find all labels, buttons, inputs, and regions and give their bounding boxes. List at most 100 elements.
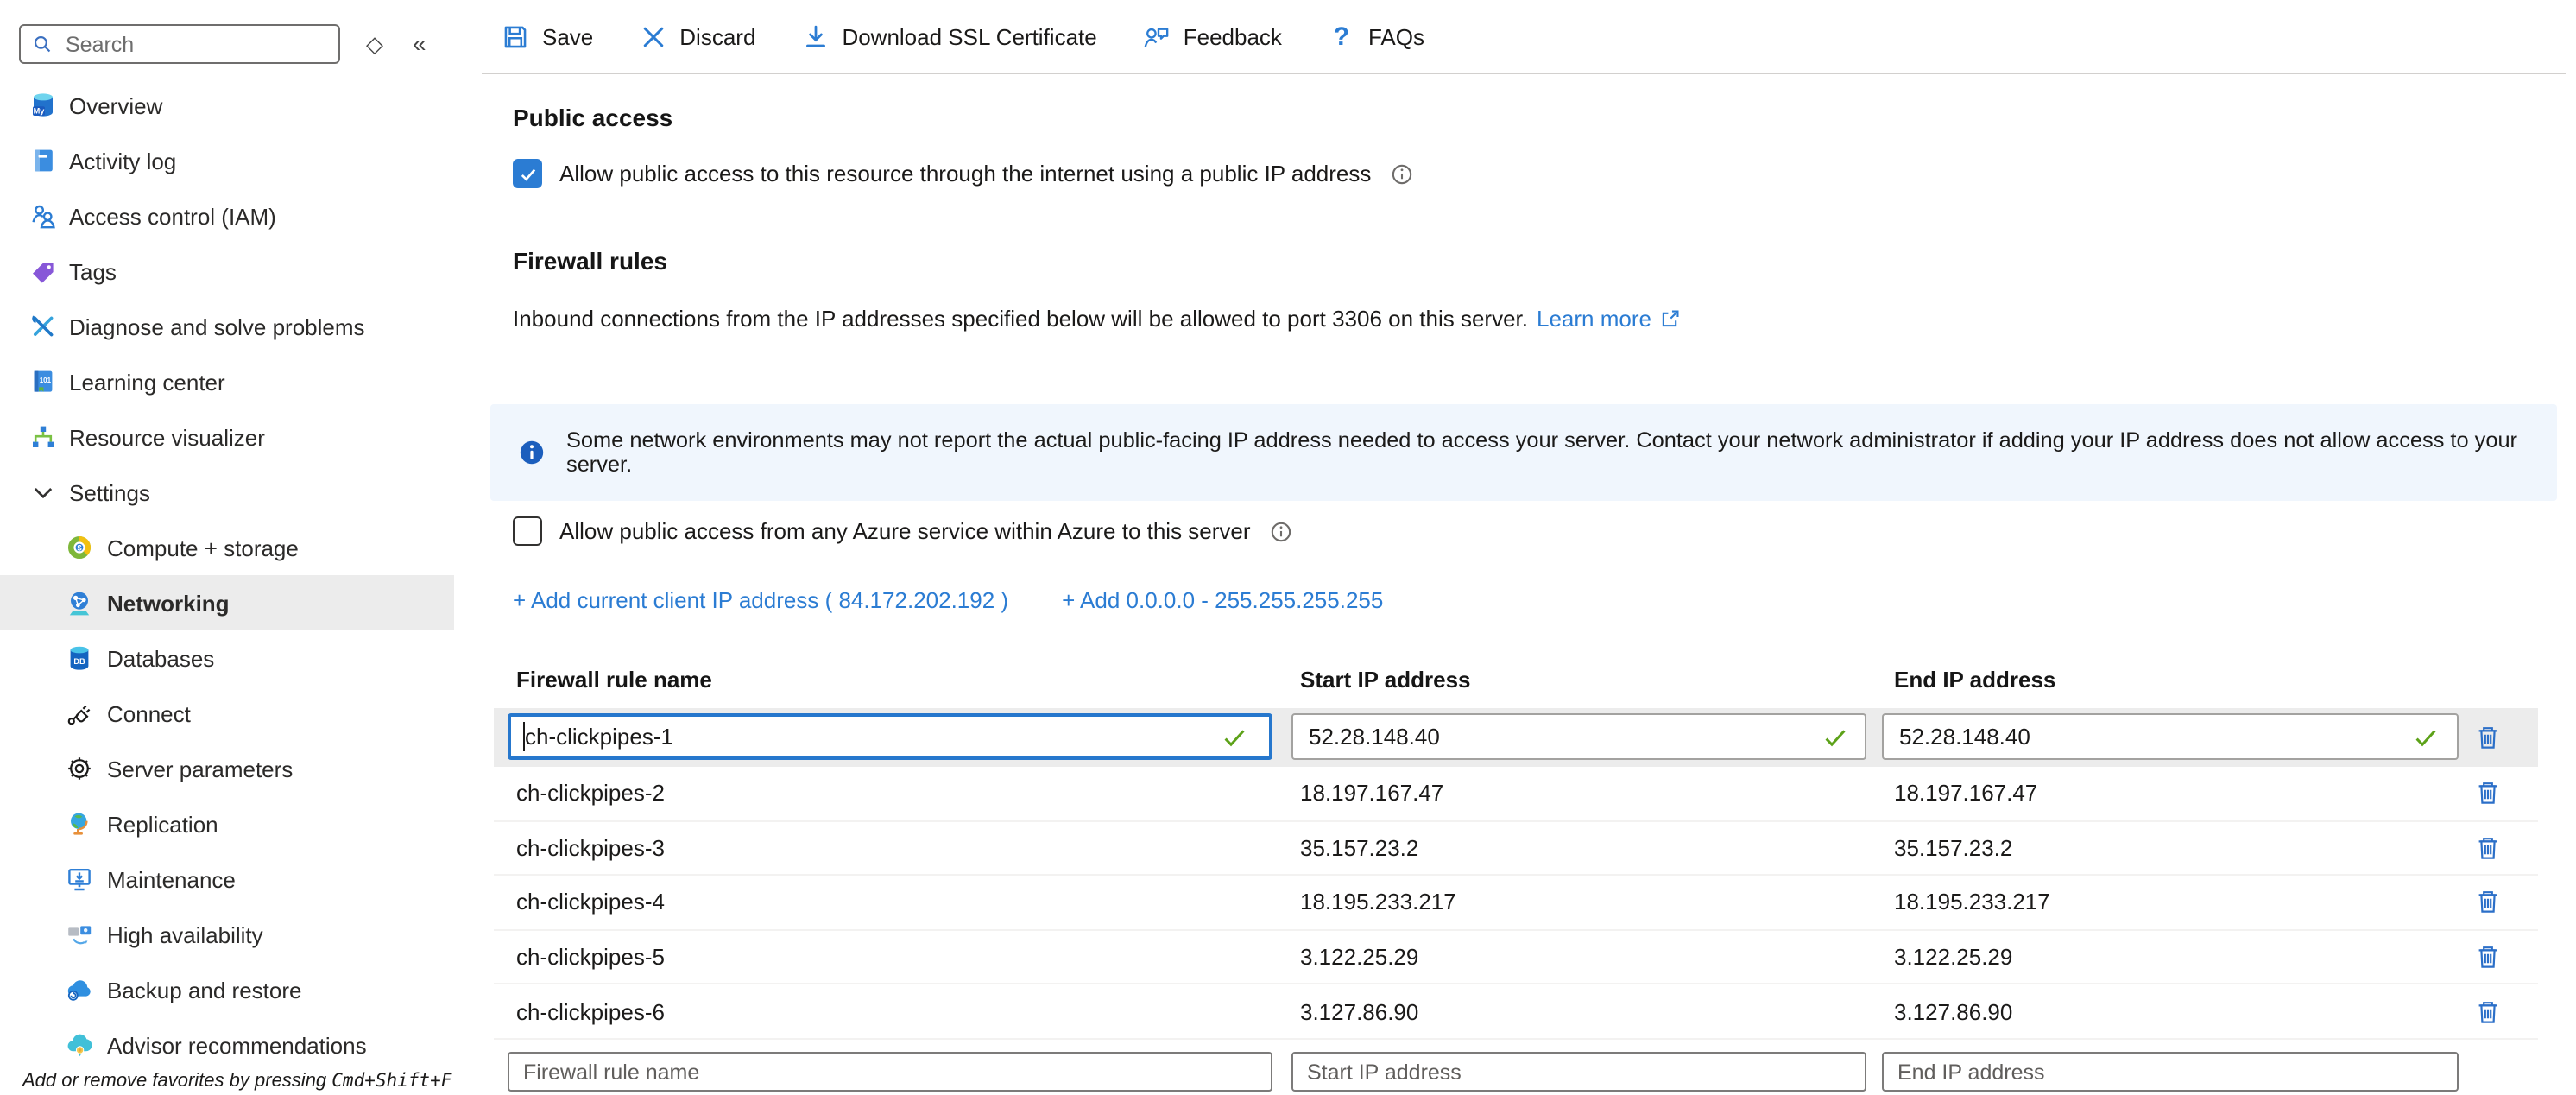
azure-services-checkbox-row: Allow public access from any Azure servi… xyxy=(513,516,1294,546)
azure-networking-page: ◇ « My Overview Activity log Access control… xyxy=(0,0,2576,1095)
faqs-label: FAQs xyxy=(1368,23,1424,49)
table-row: ch-clickpipes-63.127.86.903.127.86.90 xyxy=(494,985,2538,1040)
sidebar-item-advisor-recommendations[interactable]: Advisor recommendations xyxy=(0,1017,454,1073)
end-ip-cell: 18.195.233.217 xyxy=(1894,889,2050,915)
sidebar-item-activity-log[interactable]: Activity log xyxy=(0,133,454,188)
new-start-ip-input[interactable] xyxy=(1291,1052,1866,1092)
rule-name-cell: ch-clickpipes-5 xyxy=(516,944,665,970)
info-icon[interactable] xyxy=(1270,519,1294,543)
sidebar-item-label: Tags xyxy=(69,258,117,284)
favorites-shortcut: Cmd+Shift+F xyxy=(331,1071,451,1092)
start-ip-input[interactable] xyxy=(1291,713,1866,760)
question-mark-icon: ? xyxy=(1327,22,1356,51)
favorites-hint: Add or remove favorites by pressing Cmd+… xyxy=(22,1071,451,1092)
svg-text:101: 101 xyxy=(39,377,51,384)
start-ip-cell: 3.122.25.29 xyxy=(1300,944,1418,970)
delete-rule-button[interactable] xyxy=(2474,834,2502,862)
sidebar-item-overview[interactable]: My Overview xyxy=(0,78,454,133)
mysql-database-icon: My xyxy=(28,91,57,120)
sidebar-item-label: Advisor recommendations xyxy=(107,1032,367,1058)
sidebar-item-learning-center[interactable]: 101Learning center xyxy=(0,354,454,409)
sidebar: ◇ « My Overview Activity log Access control… xyxy=(0,0,470,1095)
svg-text:My: My xyxy=(33,107,45,116)
rule-name-cell: ch-clickpipes-2 xyxy=(516,781,665,807)
firewall-rule-editing-row xyxy=(494,708,2538,767)
azure-services-checkbox[interactable] xyxy=(513,516,542,546)
sidebar-item-label: Networking xyxy=(107,590,230,616)
sidebar-item-settings[interactable]: Settings xyxy=(0,465,454,520)
add-all-ips-link[interactable]: + Add 0.0.0.0 - 255.255.255.255 xyxy=(1062,587,1383,613)
refresh-icon[interactable]: ◇ xyxy=(366,24,383,64)
sidebar-item-label: Server parameters xyxy=(107,756,293,782)
sidebar-item-databases[interactable]: DBDatabases xyxy=(0,630,454,686)
save-label: Save xyxy=(542,23,593,49)
chevron-down-icon xyxy=(28,478,57,507)
public-access-checkbox[interactable] xyxy=(513,159,542,188)
end-ip-cell: 35.157.23.2 xyxy=(1894,835,2012,861)
sidebar-item-networking[interactable]: Networking xyxy=(0,575,454,630)
sidebar-item-resource-visualizer[interactable]: Resource visualizer xyxy=(0,409,454,465)
rule-name-cell: ch-clickpipes-4 xyxy=(516,889,665,915)
add-links-row: + Add current client IP address ( 84.172… xyxy=(513,587,1383,613)
discard-label: Discard xyxy=(679,23,755,49)
sidebar-item-access-control-iam[interactable]: Access control (IAM) xyxy=(0,188,454,244)
favorites-hint-text: Add or remove favorites by pressing xyxy=(22,1071,331,1092)
sidebar-item-backup-and-restore[interactable]: Backup and restore xyxy=(0,962,454,1017)
delete-rule-button[interactable] xyxy=(2474,997,2502,1025)
table-row: ch-clickpipes-418.195.233.21718.195.233.… xyxy=(494,876,2538,930)
svg-text:DB: DB xyxy=(73,657,85,666)
sidebar-item-label: Diagnose and solve problems xyxy=(69,313,365,339)
firewall-rules-description-text: Inbound connections from the IP addresse… xyxy=(513,306,1528,332)
search-icon xyxy=(31,33,54,55)
delete-rule-button[interactable] xyxy=(2474,943,2502,971)
search-input[interactable] xyxy=(62,30,328,58)
download-ssl-certificate-button[interactable]: Download SSL Certificate xyxy=(800,22,1096,51)
sidebar-item-label: Overview xyxy=(69,92,162,118)
start-ip-cell: 3.127.86.90 xyxy=(1300,998,1418,1024)
search-box[interactable] xyxy=(19,24,340,64)
end-ip-cell: 3.122.25.29 xyxy=(1894,944,2012,970)
rule-name-cell: ch-clickpipes-3 xyxy=(516,835,665,861)
sidebar-item-maintenance[interactable]: Maintenance xyxy=(0,851,454,907)
sidebar-item-diagnose-and-solve-problems[interactable]: Diagnose and solve problems xyxy=(0,299,454,354)
new-rule-name-input[interactable] xyxy=(508,1052,1272,1092)
replication-globe-icon xyxy=(64,809,93,839)
feedback-icon xyxy=(1142,22,1171,51)
sidebar-item-high-availability[interactable]: High availability xyxy=(0,907,454,962)
end-ip-input[interactable] xyxy=(1882,713,2459,760)
discard-button[interactable]: Discard xyxy=(638,22,755,51)
info-banner: Some network environments may not report… xyxy=(490,404,2557,501)
discard-icon xyxy=(638,22,667,51)
firewall-rules-title: Firewall rules xyxy=(513,247,667,275)
delete-rule-button[interactable] xyxy=(2474,724,2502,751)
public-access-title: Public access xyxy=(513,104,672,131)
text-caret xyxy=(523,722,525,751)
add-current-client-ip-link[interactable]: + Add current client IP address ( 84.172… xyxy=(513,587,1008,613)
learn-more-link[interactable]: Learn more xyxy=(1537,306,1651,332)
collapse-sidebar-icon[interactable]: « xyxy=(413,24,426,64)
sidebar-item-connect[interactable]: Connect xyxy=(0,686,454,741)
sidebar-item-server-parameters[interactable]: Server parameters xyxy=(0,741,454,796)
learning-center-icon: 101 xyxy=(28,367,57,396)
download-icon xyxy=(800,22,830,51)
sidebar-item-replication[interactable]: Replication xyxy=(0,796,454,851)
faqs-button[interactable]: ? FAQs xyxy=(1327,22,1424,51)
sidebar-item-compute-storage[interactable]: $Compute + storage xyxy=(0,520,454,575)
column-header-end-ip: End IP address xyxy=(1894,667,2055,693)
command-bar: Save Discard Download SSL Certificate Fe… xyxy=(501,10,1424,62)
info-icon[interactable] xyxy=(1390,161,1414,186)
table-row: ch-clickpipes-335.157.23.235.157.23.2 xyxy=(494,821,2538,876)
new-end-ip-input[interactable] xyxy=(1882,1052,2459,1092)
azure-services-checkbox-label: Allow public access from any Azure servi… xyxy=(559,518,1251,544)
rule-name-input[interactable] xyxy=(508,713,1272,760)
feedback-button[interactable]: Feedback xyxy=(1142,22,1282,51)
sidebar-item-label: Access control (IAM) xyxy=(69,203,276,229)
sidebar-item-tags[interactable]: Tags xyxy=(0,244,454,299)
save-button[interactable]: Save xyxy=(501,22,593,51)
delete-rule-button[interactable] xyxy=(2474,889,2502,916)
info-banner-text: Some network environments may not report… xyxy=(566,428,2557,477)
compute-storage-icon: $ xyxy=(64,533,93,562)
toolbar-divider xyxy=(482,73,2566,74)
resource-visualizer-icon xyxy=(28,422,57,452)
delete-rule-button[interactable] xyxy=(2474,780,2502,807)
